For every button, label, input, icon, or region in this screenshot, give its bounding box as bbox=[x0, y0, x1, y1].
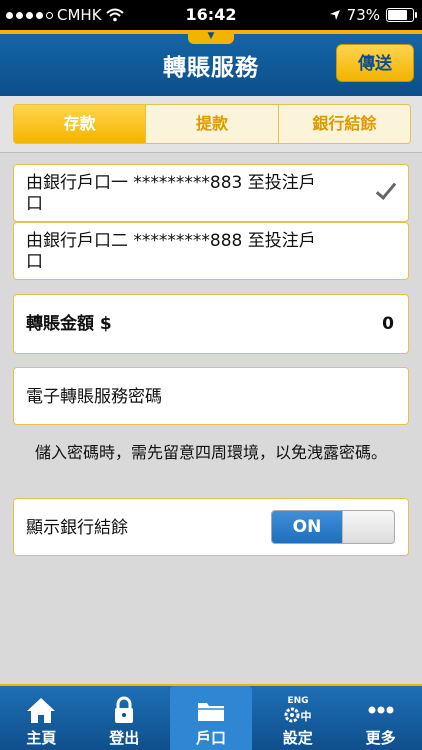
nav-account[interactable]: 戶口 bbox=[169, 686, 253, 750]
nav-home[interactable]: 主頁 bbox=[0, 686, 83, 750]
tab-bank-balance[interactable]: 銀行結餘 bbox=[278, 105, 410, 143]
tab-bar: 存款 提款 銀行結餘 bbox=[0, 96, 422, 153]
password-label: 電子轉賬服務密碼 bbox=[26, 387, 162, 407]
transfer-amount-value: 0 bbox=[382, 314, 394, 334]
transfer-amount-label: 轉賬金額 $ bbox=[26, 314, 112, 334]
show-balance-row: 顯示銀行結餘 ON bbox=[13, 498, 409, 556]
account-option-2-label: 由銀行戶口二 *********888 至投注戶口 bbox=[26, 231, 316, 272]
nav-more[interactable]: 更多 bbox=[339, 686, 422, 750]
nav-settings[interactable]: ENG 中 設定 bbox=[256, 686, 339, 750]
show-balance-toggle[interactable]: ON bbox=[271, 510, 395, 544]
security-notice: 儲入密碼時，需先留意四周環境，以免洩露密碼。 bbox=[34, 443, 387, 462]
more-icon bbox=[368, 706, 394, 714]
lock-icon bbox=[115, 696, 134, 723]
nav-more-label: 更多 bbox=[365, 729, 396, 747]
nav-logout-label: 登出 bbox=[109, 729, 140, 747]
nav-settings-label: 設定 bbox=[282, 729, 313, 747]
transfer-amount-field[interactable]: 轉賬金額 $ 0 bbox=[13, 294, 409, 354]
svg-text:中: 中 bbox=[300, 709, 311, 723]
password-field[interactable]: 電子轉賬服務密碼 bbox=[13, 367, 409, 425]
pull-down-tab[interactable]: ▼ bbox=[188, 30, 234, 44]
account-option-2[interactable]: 由銀行戶口二 *********888 至投注戶口 bbox=[13, 222, 409, 280]
tab-deposit[interactable]: 存款 bbox=[14, 105, 147, 143]
account-option-1-label: 由銀行戶口一 *********883 至投注戶口 bbox=[26, 173, 316, 214]
nav-account-label: 戶口 bbox=[195, 729, 226, 747]
battery-percent: 73% bbox=[346, 6, 380, 24]
segmented-tabs: 存款 提款 銀行結餘 bbox=[13, 104, 411, 144]
status-bar: CMHK 16:42 73% bbox=[0, 0, 422, 30]
svg-text:ENG: ENG bbox=[287, 696, 308, 706]
folder-icon bbox=[197, 703, 224, 721]
battery-icon bbox=[386, 8, 417, 22]
show-balance-label: 顯示銀行結餘 bbox=[26, 518, 128, 538]
location-arrow-icon bbox=[329, 10, 340, 20]
settings-gear-icon: ENG 中 bbox=[284, 696, 311, 723]
send-button[interactable]: 傳送 bbox=[336, 44, 414, 82]
nav-home-label: 主頁 bbox=[26, 729, 57, 747]
checkmark-icon bbox=[374, 181, 392, 199]
nav-logout[interactable]: 登出 bbox=[83, 686, 166, 750]
status-right: 73% bbox=[329, 6, 417, 24]
toggle-knob bbox=[342, 511, 394, 543]
toggle-on-label: ON bbox=[272, 511, 342, 543]
header: ▼ 轉賬服務 傳送 bbox=[0, 30, 422, 96]
home-icon bbox=[27, 698, 56, 723]
tab-withdraw[interactable]: 提款 bbox=[146, 105, 279, 143]
bottom-nav: 主頁 登出 戶口 ENG 中 設定 更多 bbox=[0, 684, 422, 750]
account-option-1[interactable]: 由銀行戶口一 *********883 至投注戶口 bbox=[13, 164, 409, 222]
